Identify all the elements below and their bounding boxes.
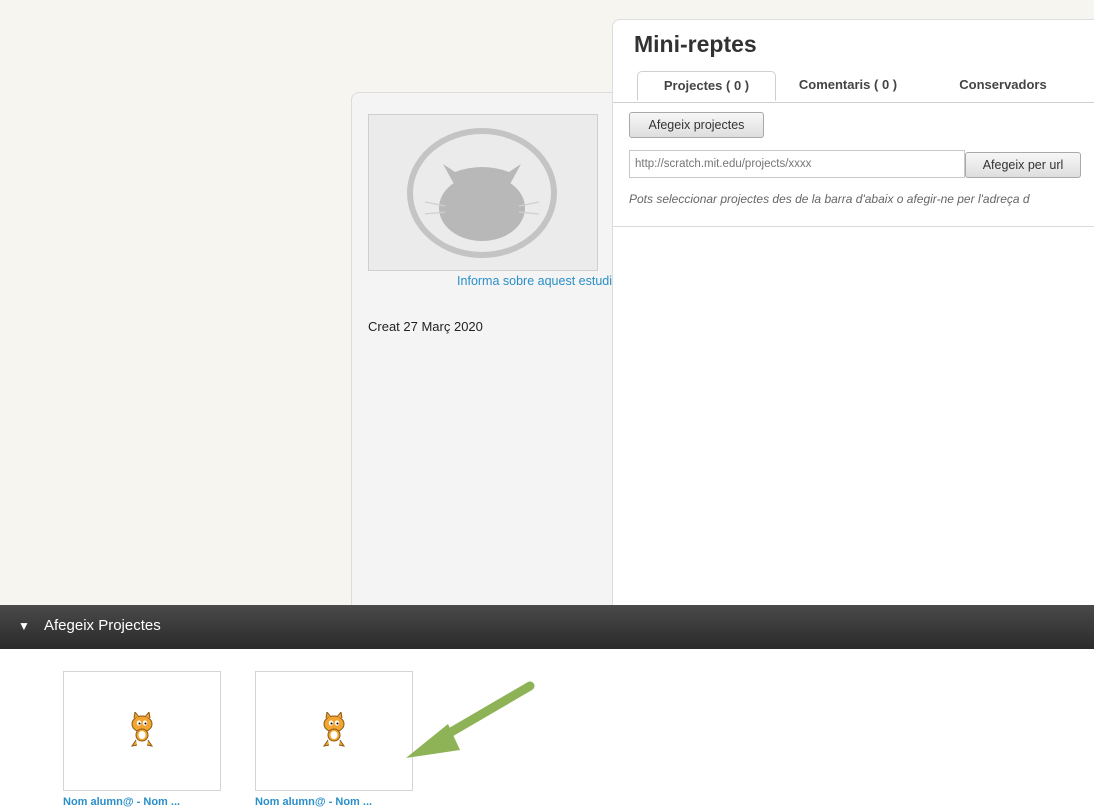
created-date: Creat 27 Març 2020 bbox=[368, 319, 483, 334]
project-card-title[interactable]: Nom alumn@ - Nom ... bbox=[63, 796, 180, 808]
help-text: Pots seleccionar projectes des de la bar… bbox=[629, 192, 1030, 206]
tray-title[interactable]: Afegeix Projectes bbox=[44, 617, 161, 634]
project-url-input[interactable] bbox=[629, 150, 965, 178]
studio-thumbnail[interactable] bbox=[368, 114, 598, 271]
divider bbox=[613, 226, 1094, 227]
annotation-arrow-icon bbox=[406, 681, 535, 758]
add-projects-tray-bar[interactable]: ▼ Afegeix Projectes bbox=[0, 605, 1094, 649]
studio-title: Mini-reptes bbox=[634, 31, 757, 57]
add-projects-button[interactable]: Afegeix projectes bbox=[629, 112, 764, 138]
scratch-cat-icon bbox=[130, 712, 154, 747]
project-card-title[interactable]: Nom alumn@ - Nom ... bbox=[255, 796, 372, 808]
studio-main-panel: Mini-reptes Projectes ( 0 ) Comentaris (… bbox=[612, 19, 1094, 613]
triangle-down-icon[interactable]: ▼ bbox=[18, 619, 30, 633]
studio-info-panel: Informa sobre aquest estudi Creat 27 Mar… bbox=[351, 92, 633, 614]
report-studio-link[interactable]: Informa sobre aquest estudi bbox=[412, 274, 612, 288]
tab-projects[interactable]: Projectes ( 0 ) bbox=[637, 71, 776, 101]
tab-comments[interactable]: Comentaris ( 0 ) bbox=[783, 71, 913, 101]
tab-curators[interactable]: Conservadors bbox=[933, 71, 1073, 101]
project-card[interactable] bbox=[63, 671, 221, 791]
add-by-url-button[interactable]: Afegeix per url bbox=[965, 152, 1081, 178]
scratch-cat-icon bbox=[322, 712, 346, 747]
project-card[interactable] bbox=[255, 671, 413, 791]
cat-placeholder-icon bbox=[407, 128, 557, 258]
